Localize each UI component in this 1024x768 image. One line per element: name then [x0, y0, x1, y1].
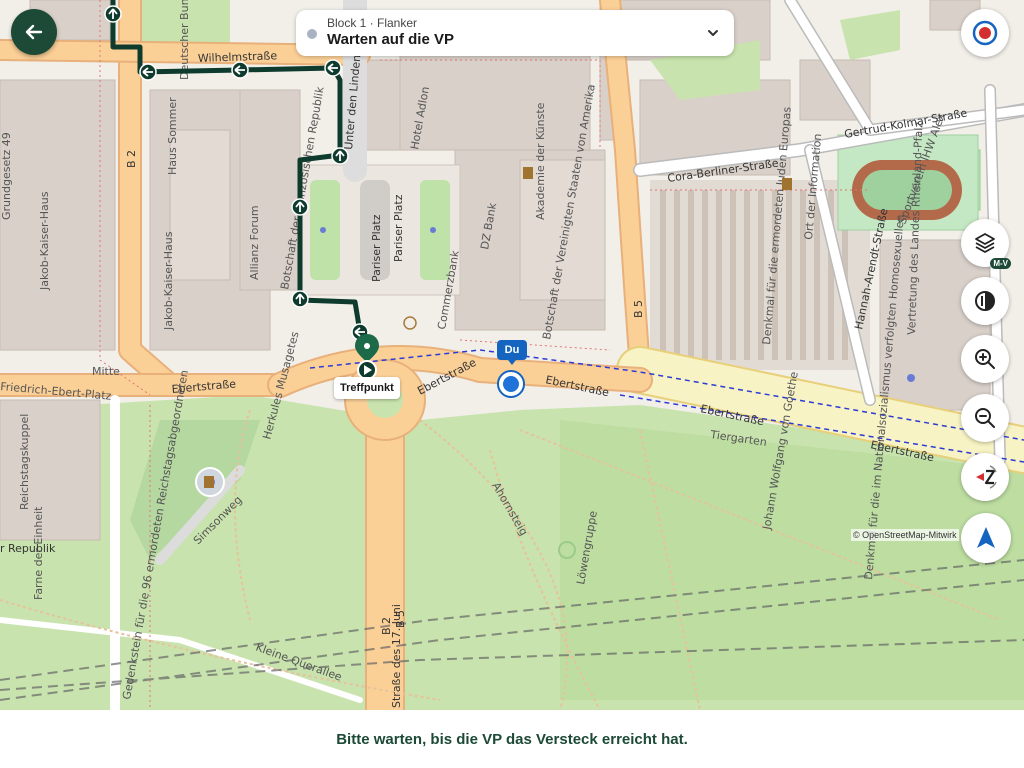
- street-label-platz-der-republik: r Republik: [0, 542, 56, 555]
- layers-button[interactable]: M-V: [961, 219, 1011, 269]
- status-dropdown[interactable]: Block 1 · Flanker Warten auf die VP: [296, 10, 734, 56]
- poi-allianz-forum: Allianz Forum: [248, 205, 261, 280]
- self-location-label: Du: [497, 340, 527, 365]
- navigation-mode-button[interactable]: [961, 513, 1011, 563]
- status-title: Warten auf die VP: [327, 31, 454, 48]
- status-subtitle: Block 1 · Flanker: [327, 16, 418, 30]
- back-button[interactable]: [11, 9, 57, 55]
- layers-badge: M-V: [990, 258, 1011, 269]
- meeting-point-label[interactable]: Treffpunkt: [334, 377, 400, 399]
- poi-haus-sommer: Haus Sommer: [166, 97, 179, 175]
- poi-reichstagskuppel: Reichstagskuppel: [18, 414, 31, 510]
- zoom-out-button[interactable]: [961, 394, 1009, 442]
- chevron-down-icon: [708, 30, 718, 36]
- contrast-icon: [975, 291, 995, 311]
- poi-grundgesetz: Grundgesetz 49: [0, 132, 13, 220]
- road-number-b2: B 2: [125, 150, 138, 168]
- poi-bundestag-verwaltung: Deutscher Bundestag Verwaltung: [178, 0, 191, 80]
- poi-jakob-kaiser-haus: Jakob-Kaiser-Haus: [38, 191, 51, 291]
- locate-icon: [972, 20, 998, 46]
- bottom-status-bar: Bitte warten, bis die VP das Versteck er…: [0, 710, 1024, 768]
- arrow-left-icon: [25, 24, 43, 40]
- district-label-mitte: Mitte: [92, 365, 120, 378]
- poi-akademie-kuenste: Akademie der Künste: [534, 102, 547, 220]
- street-label-17-juni: Straße des 17. Juni: [390, 604, 403, 708]
- waiting-message: Bitte warten, bis die VP das Versteck er…: [336, 730, 688, 748]
- compass-button[interactable]: [961, 453, 1009, 501]
- map-attribution[interactable]: © OpenStreetMap-Mitwirk: [851, 529, 959, 541]
- road-number-b5: B 5: [632, 300, 645, 318]
- status-indicator-dot: [307, 29, 317, 39]
- street-label-pariser-platz: Pariser Platz: [370, 214, 383, 282]
- zoom-in-icon: [975, 349, 995, 369]
- contrast-button[interactable]: [961, 277, 1009, 325]
- poi-jakob-kaiser-haus: Jakob-Kaiser-Haus: [162, 231, 175, 331]
- zoom-in-button[interactable]: [961, 335, 1009, 383]
- street-label-pariser-platz: Pariser Platz: [392, 194, 405, 262]
- self-location-marker: [497, 370, 525, 398]
- locate-button[interactable]: [961, 9, 1009, 57]
- compass-icon: [976, 465, 997, 489]
- layers-icon: [975, 233, 995, 253]
- zoom-out-icon: [975, 408, 995, 428]
- poi-farne-einheit: Farne der Einheit: [32, 506, 45, 600]
- navigation-arrow-icon: [977, 527, 995, 548]
